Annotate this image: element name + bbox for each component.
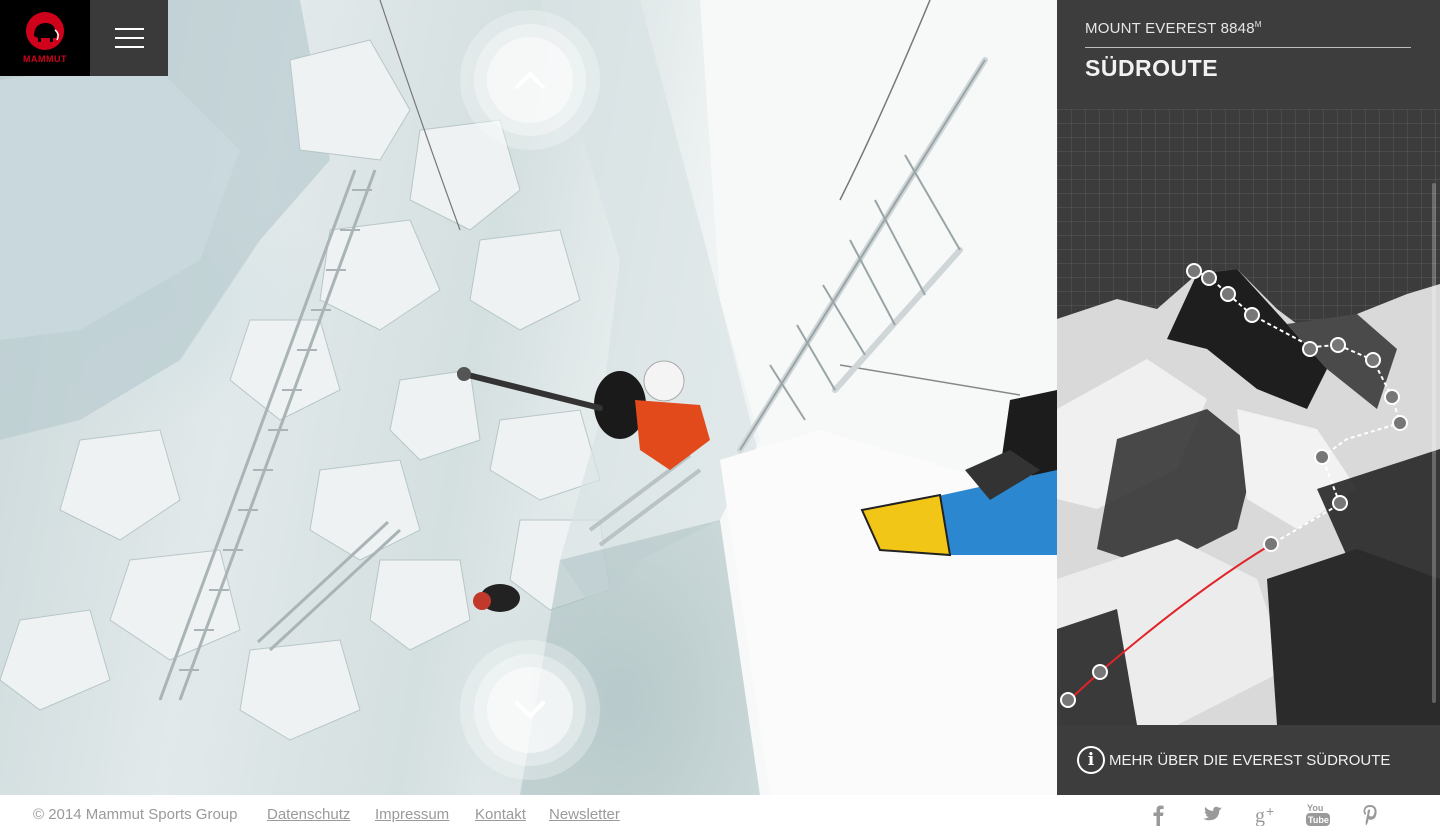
route-map — [1057, 109, 1440, 725]
pinterest-icon[interactable] — [1360, 803, 1380, 827]
route-title: SÜDROUTE — [1085, 55, 1219, 81]
footer-link-impressum[interactable]: Impressum — [375, 806, 449, 823]
footer-link-newsletter[interactable]: Newsletter — [549, 806, 620, 823]
mammoth-icon — [26, 12, 64, 50]
scroll-down-button[interactable] — [460, 640, 600, 780]
twitter-icon[interactable] — [1200, 803, 1224, 827]
footer: © 2014 Mammut Sports Group Datenschutz I… — [0, 795, 1440, 836]
route-info-link[interactable]: i MEHR ÜBER DIE EVEREST SÜDROUTE — [1057, 725, 1440, 795]
panel-header: MOUNT EVEREST 8848M SÜDROUTE — [1057, 0, 1440, 109]
header-divider — [1085, 47, 1411, 48]
scroll-up-button[interactable] — [460, 10, 600, 150]
svg-text:g: g — [1255, 805, 1265, 826]
route-panel: MOUNT EVEREST 8848M SÜDROUTE i MEHR ÜBER… — [1057, 0, 1440, 795]
info-icon: i — [1077, 746, 1105, 774]
footer-link-kontakt[interactable]: Kontakt — [475, 806, 526, 823]
mountain-unit: M — [1254, 20, 1262, 29]
menu-button[interactable] — [90, 0, 168, 76]
google-plus-icon[interactable]: g + — [1255, 803, 1281, 827]
svg-text:You: You — [1307, 803, 1323, 813]
facebook-icon[interactable] — [1148, 803, 1168, 827]
info-label: MEHR ÜBER DIE EVEREST SÜDROUTE — [1109, 751, 1391, 769]
footer-link-datenschutz[interactable]: Datenschutz — [267, 806, 350, 823]
everest-mountain-image — [1057, 263, 1440, 725]
brand-wordmark: MAMMUT — [23, 54, 67, 64]
copyright-text: © 2014 Mammut Sports Group — [33, 806, 238, 823]
mammut-logo[interactable]: MAMMUT — [0, 0, 90, 76]
svg-text:+: + — [1266, 804, 1274, 819]
map-scrollbar[interactable] — [1432, 183, 1436, 703]
svg-text:Tube: Tube — [1308, 815, 1329, 825]
mountain-title: MOUNT EVEREST 8848M — [1085, 20, 1262, 37]
chevron-down-icon — [515, 701, 545, 718]
youtube-icon[interactable]: You Tube — [1305, 803, 1331, 827]
chevron-up-icon — [515, 72, 545, 89]
mountain-name: MOUNT EVEREST 8848 — [1085, 20, 1255, 37]
hamburger-icon — [114, 28, 144, 48]
